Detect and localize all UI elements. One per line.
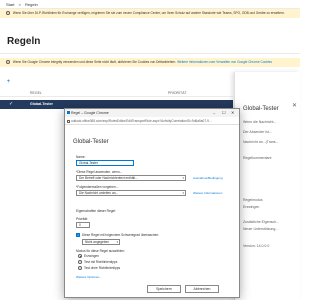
audit-checkbox[interactable]: ✓ — [76, 233, 80, 237]
panel-action-line: Nachricht an...(Trans... — [243, 140, 279, 144]
rule-name: Global-Tester — [30, 102, 53, 106]
dlp-info-banner: Wenn Sie über DLP-Richtlinien für Exchan… — [0, 9, 300, 18]
breadcrumb-current: Regeln — [25, 2, 38, 7]
priority-label: Priorität: — [76, 217, 88, 221]
info-icon — [6, 60, 10, 65]
column-header-priority[interactable]: PRIORITÄT — [168, 89, 187, 97]
rule-editor-window: Regel – Google Chrome – ☐ ✕ outlook.offi… — [64, 108, 240, 298]
name-input-value: Global-Tester — [79, 161, 98, 165]
condition-dropdown[interactable]: Der Betreff oder Nachrichtentext enthält… — [76, 175, 186, 181]
maximize-icon[interactable]: ☐ — [222, 109, 226, 117]
audit-label: Diese Regel mit folgendem Schweregrad üb… — [82, 233, 160, 237]
breadcrumb-start[interactable]: Start — [6, 2, 14, 7]
mode-radio-test-no-tips[interactable] — [78, 266, 82, 270]
chevron-down-icon: ▾ — [182, 191, 184, 195]
window-titlebar: Regel – Google Chrome – ☐ ✕ — [65, 109, 239, 117]
action-info-link[interactable]: Weitere Informationen — [193, 191, 222, 195]
condition-label: *Diese Regel anwenden, wenn... — [76, 170, 123, 174]
breadcrumb: Start > Regeln — [0, 0, 300, 9]
minimize-icon[interactable]: – — [213, 109, 215, 117]
mode-option-enforce: Erzwingen — [84, 254, 99, 258]
severity-dropdown-value: Nicht angegeben — [85, 240, 110, 244]
mode-option-test-no-tips: Test ohne Richtlinientipps — [84, 266, 121, 270]
more-options-link[interactable]: Weitere Optionen... — [76, 275, 102, 279]
panel-extra-line: Neuer Unterstützung... — [243, 227, 279, 231]
priority-input[interactable]: 0 — [76, 222, 90, 228]
panel-mode-label: Regelmodus — [243, 198, 263, 202]
checkmark-icon: ✓ — [9, 101, 14, 107]
toolbar: + — [0, 77, 233, 87]
priority-input-value: 0 — [79, 223, 81, 227]
rules-list-header: REGEL PRIORITÄT — [0, 89, 233, 97]
column-header-rule[interactable]: REGEL — [30, 89, 42, 97]
divider — [0, 53, 300, 54]
panel-extra-properties: Zusätzliche Eigensch... — [243, 220, 279, 224]
cookie-banner-text: Wenn Sie Google Chrome integrity verwend… — [12, 60, 177, 64]
close-icon[interactable]: ✕ — [292, 102, 297, 109]
url-bar[interactable]: outlook.office365.com/ecp/RulesEditor/Ed… — [65, 117, 239, 125]
action-label: *Folgendermaßen vorgehen... — [76, 185, 119, 189]
rule-details-panel: ✕ Global-Tester Wenn die Nachricht... De… — [234, 72, 300, 300]
page-title: Regeln — [7, 36, 41, 47]
cookie-info-link[interactable]: Weitere Informationen zum Verwalten von … — [177, 60, 272, 64]
severity-dropdown[interactable]: Nicht angegeben ▾ — [82, 239, 120, 245]
mode-radio-test-tips[interactable] — [78, 260, 82, 264]
panel-sender-line: Der Absender ist... — [243, 130, 272, 134]
panel-version: Version: 14.0.0.0 — [243, 244, 270, 248]
name-label: Name: — [76, 155, 86, 159]
condition-dropdown-value: Der Betreff oder Nachrichtentext enthält… — [79, 176, 138, 180]
panel-mode-value: Erzwingen — [243, 205, 260, 209]
close-window-icon[interactable]: ✕ — [231, 109, 234, 117]
form-title: Global-Tester — [73, 139, 109, 145]
lock-icon — [67, 119, 70, 123]
action-dropdown[interactable]: Die Nachricht umleiten an... ▾ — [76, 190, 186, 196]
info-icon — [6, 11, 10, 16]
chevron-down-icon: ▾ — [116, 240, 118, 244]
save-button[interactable]: Speichern — [147, 285, 181, 293]
chevron-down-icon: ▾ — [182, 176, 184, 180]
panel-comments-label: Regelkommentare — [243, 156, 272, 160]
mode-label: Modus für diese Regel auswählen: — [76, 249, 125, 253]
condition-link[interactable]: Ausnahme/Bedingung — [193, 176, 223, 180]
chrome-app-icon — [67, 111, 70, 114]
action-dropdown-value: Die Nachricht umleiten an... — [79, 191, 119, 195]
mode-option-test-tips: Test mit Richtlinientipps — [84, 260, 118, 264]
panel-title: Global-Tester — [243, 106, 279, 112]
add-rule-icon[interactable]: + — [6, 77, 11, 87]
breadcrumb-separator: > — [18, 2, 21, 7]
dlp-banner-text: Wenn Sie über DLP-Richtlinien für Exchan… — [12, 11, 285, 15]
cancel-button[interactable]: Abbrechen — [185, 285, 219, 293]
panel-condition-line: Wenn die Nachricht... — [243, 120, 277, 124]
cookie-info-banner: Wenn Sie Google Chrome integrity verwend… — [0, 58, 300, 67]
name-input[interactable]: Global-Tester — [76, 160, 134, 166]
properties-label: Eigenschaften dieser Regel: — [76, 209, 116, 213]
window-title: Regel – Google Chrome — [71, 111, 109, 115]
mode-radio-enforce[interactable] — [78, 254, 82, 258]
url-text: outlook.office365.com/ecp/RulesEditor/Ed… — [71, 119, 212, 123]
